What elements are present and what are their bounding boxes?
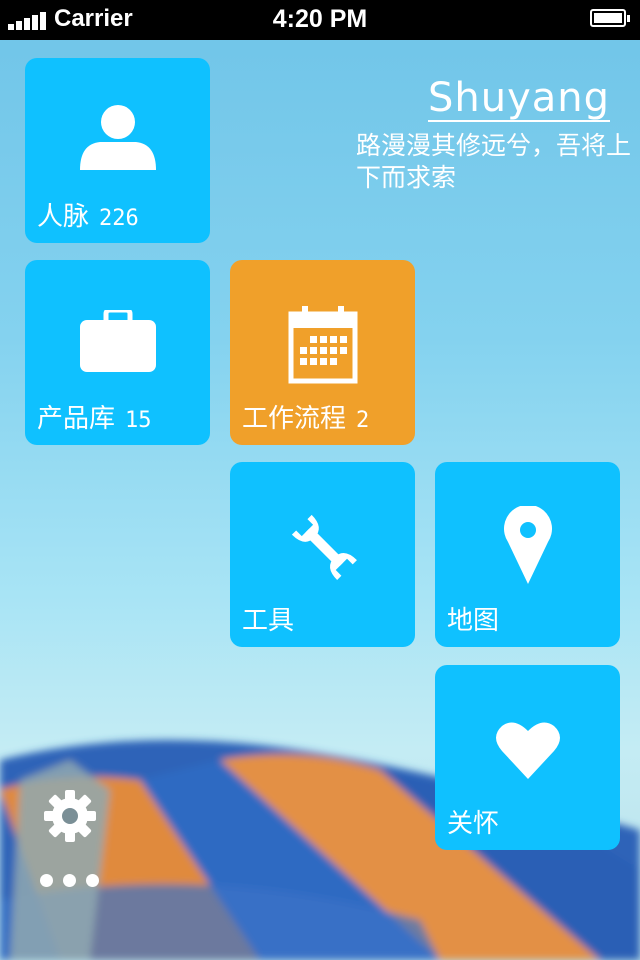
briefcase-icon	[25, 310, 210, 376]
tile-workflow-count: 2	[356, 408, 370, 433]
tile-contacts-count: 226	[99, 206, 139, 231]
heart-icon	[435, 721, 620, 783]
calendar-icon	[230, 306, 415, 388]
tile-contacts[interactable]: 人脉 226	[25, 58, 210, 243]
battery-icon	[590, 9, 630, 27]
tile-products-count: 15	[125, 408, 152, 433]
tile-workflow[interactable]: 工作流程 2	[230, 260, 415, 445]
tile-tools-label: 工具	[242, 606, 295, 636]
tile-care[interactable]: 关怀	[435, 665, 620, 850]
tile-products-label: 产品库 15	[37, 404, 152, 434]
map-pin-icon	[435, 506, 620, 588]
tile-contacts-label: 人脉 226	[37, 202, 139, 232]
gear-icon[interactable]	[44, 790, 96, 842]
tile-care-label: 关怀	[447, 809, 500, 839]
tile-workflow-label: 工作流程 2	[242, 404, 370, 434]
tile-tools[interactable]: 工具	[230, 462, 415, 647]
tile-products[interactable]: 产品库 15	[25, 260, 210, 445]
profile-motto: 路漫漫其修远兮，吾将上下而求索	[356, 131, 632, 192]
wrench-icon	[230, 508, 415, 588]
status-bar: Carrier 4:20 PM	[0, 0, 640, 40]
profile-name[interactable]: Shuyang	[428, 76, 611, 122]
more-dots-icon[interactable]	[40, 872, 102, 890]
person-icon	[25, 104, 210, 174]
tile-map[interactable]: 地图	[435, 462, 620, 647]
tile-map-label: 地图	[447, 606, 500, 636]
status-time: 4:20 PM	[272, 5, 368, 33]
